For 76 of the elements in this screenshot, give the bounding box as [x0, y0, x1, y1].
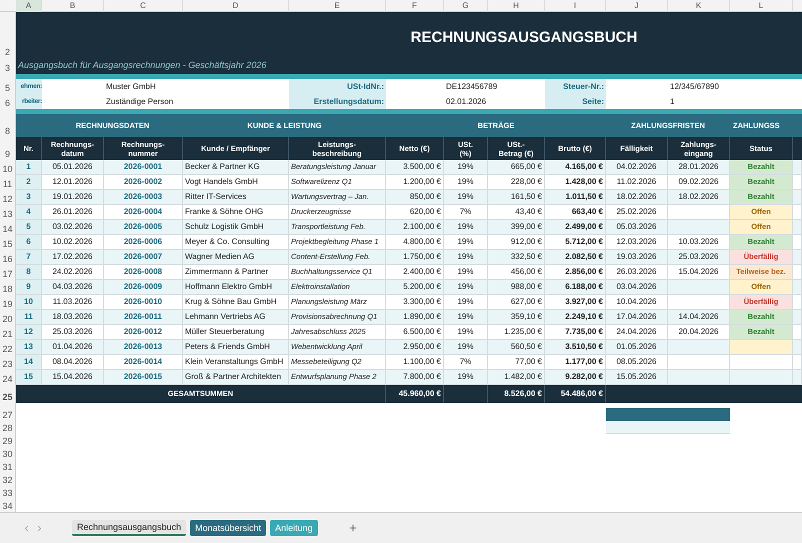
- field-value: 12/345/67890: [669, 80, 720, 92]
- field-value: Muster GmbH: [105, 80, 157, 92]
- row-number: 25: [2, 392, 12, 403]
- table-cell: 7: [16, 250, 42, 265]
- table-cell: 2: [16, 175, 42, 190]
- row-number: 14: [2, 224, 12, 235]
- row-number: 28: [2, 423, 12, 434]
- sheet-tab[interactable]: Monatsübersicht: [190, 520, 266, 536]
- row-number: 16: [2, 254, 12, 265]
- row-number: 27: [2, 410, 12, 421]
- column-letter[interactable]: G: [462, 0, 469, 12]
- table-cell: 1: [16, 160, 42, 175]
- table-cell: 54.486,00 €: [545, 385, 606, 403]
- table-cell: 14: [16, 355, 42, 370]
- table-cell: 9: [16, 280, 42, 295]
- row-number: 12: [2, 194, 12, 205]
- row-number: 29: [2, 436, 12, 447]
- row-number: 23: [2, 359, 12, 370]
- column-letter[interactable]: D: [232, 0, 238, 12]
- column-letter[interactable]: K: [696, 0, 702, 12]
- field-value: 1: [669, 96, 676, 108]
- table-cell: 45.960,00 €: [386, 385, 444, 403]
- table-cell: 11: [16, 310, 42, 325]
- row-number: 11: [2, 179, 12, 190]
- row-number: 15: [2, 239, 12, 250]
- column-letter[interactable]: L: [758, 0, 764, 12]
- row-number: 33: [2, 488, 12, 499]
- row-number: 34: [2, 501, 12, 512]
- row-number: 32: [2, 475, 12, 486]
- add-sheet-icon[interactable]: [348, 523, 358, 533]
- row-number: 18: [2, 284, 12, 295]
- row-number: 20: [2, 314, 12, 325]
- table-cell: 10: [16, 295, 42, 310]
- table-cell: 8.526,00 €: [488, 385, 545, 403]
- table-cell: 8: [16, 265, 42, 280]
- row-number: 8: [4, 126, 10, 137]
- column-letter[interactable]: F: [412, 0, 417, 12]
- subtitle: Ausgangsbuch für Ausgangsrechnungen - Geschäftsjahr 2026: [16, 59, 268, 72]
- field-label: Seite:: [545, 94, 606, 109]
- row-number: 10: [2, 164, 12, 175]
- row-number: 3: [4, 63, 10, 74]
- row-number: 17: [2, 269, 12, 280]
- row-number: 24: [2, 374, 12, 385]
- row-number: 31: [2, 462, 12, 473]
- row-number: 13: [2, 209, 12, 220]
- previous-sheet-icon[interactable]: [22, 524, 31, 532]
- table-cell: 12: [16, 325, 42, 340]
- column-letter[interactable]: J: [634, 0, 638, 12]
- sheet-tab[interactable]: Rechnungsausgangsbuch: [72, 520, 186, 536]
- field-label: Steuer-Nr.:: [545, 79, 606, 94]
- row-number: 22: [2, 344, 12, 355]
- row-number: 6: [4, 98, 10, 109]
- column-letter[interactable]: H: [513, 0, 519, 12]
- field-value: Zuständige Person: [105, 96, 174, 108]
- field-value: DE123456789: [445, 80, 498, 92]
- table-cell: 5: [16, 220, 42, 235]
- row-number: 9: [4, 149, 10, 160]
- field-label: USt-IdNr.:: [289, 79, 386, 94]
- table-cell: 15: [16, 370, 42, 385]
- column-letter[interactable]: C: [140, 0, 146, 12]
- sheet-title: RECHNUNGSAUSGANGSBUCH: [410, 28, 638, 48]
- table-cell: 13: [16, 340, 42, 355]
- column-letter[interactable]: E: [334, 0, 340, 12]
- row-number: 19: [2, 299, 12, 310]
- column-letter[interactable]: I: [574, 0, 576, 12]
- row-number: 2: [4, 47, 10, 58]
- row-number: 21: [2, 329, 12, 340]
- field-value: 02.01.2026: [445, 96, 488, 108]
- row-number: 30: [2, 449, 12, 460]
- row-number: 5: [4, 83, 10, 94]
- table-cell: 3: [16, 190, 42, 205]
- column-letter[interactable]: B: [70, 0, 76, 12]
- field-label: Erstellungsdatum:: [289, 94, 386, 109]
- table-cell: 4: [16, 205, 42, 220]
- next-sheet-icon[interactable]: [35, 524, 44, 532]
- table-cell: 6: [16, 235, 42, 250]
